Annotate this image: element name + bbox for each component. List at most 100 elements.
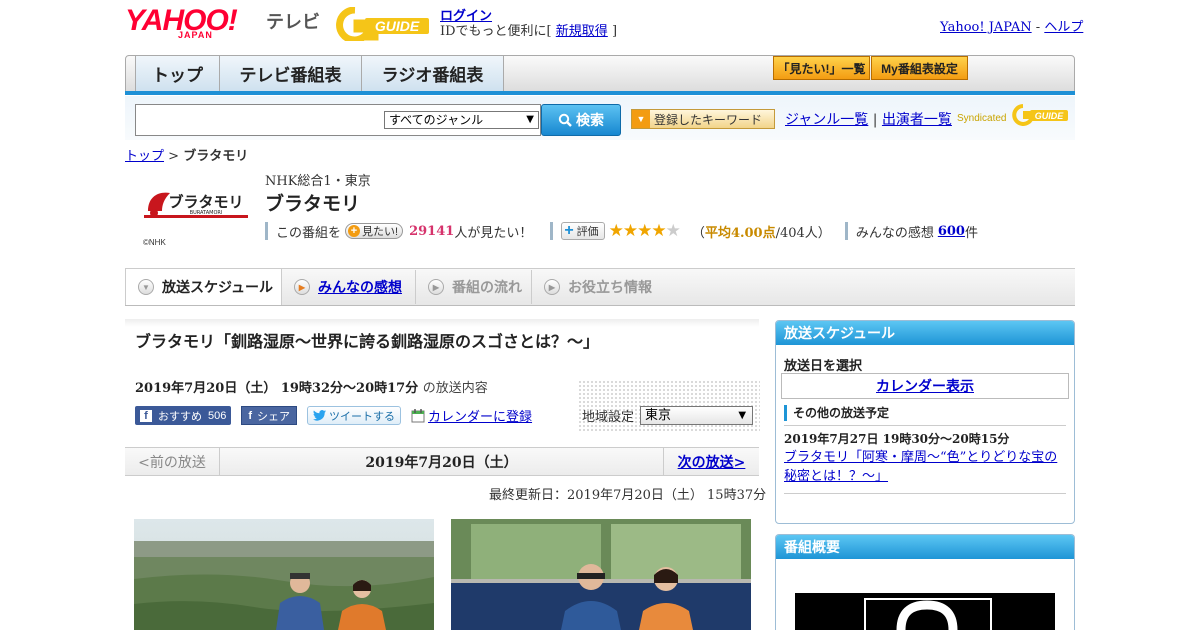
calendar-display-button[interactable]: カレンダー表示 [781,373,1069,399]
signup-link[interactable]: 新規取得 [556,24,608,39]
star-icon: ★ [651,221,666,241]
tweet-button-label: ツイートする [329,410,396,423]
episode-photo-train [451,519,751,630]
breadcrumb-current: ブラタモリ [183,149,249,164]
gguide-logo[interactable]: GUIDE [335,6,431,44]
region-label: 地域設定 [582,410,635,425]
tab-everyone-comments-label: みんなの感想 [318,279,402,295]
id-promo-suffix: ] [611,24,618,39]
chevron-down-icon: ▼ [738,410,747,421]
kansou-count-link[interactable]: 600 [938,224,965,239]
gguide-logo-text: GUIDE [375,18,420,34]
twitter-bird-icon [313,410,327,421]
sidebar-schedule-title: 放送スケジュール [776,321,1074,345]
plus-icon: + [348,225,361,237]
calendar-icon [411,408,425,422]
genre-links: ジャンル一覧 | 出演者一覧 [785,109,952,129]
select-date-label: 放送日を選択 [784,359,863,374]
navbar-accent-line [125,91,1075,95]
avg-open: （ [691,225,705,241]
mitai-suffix: 人が見たい！ [454,225,533,241]
genre-list-link[interactable]: ジャンル一覧 [785,112,868,128]
episode-date: 2019年7月20日（土） 19時32分～20時17分 の放送内容 [135,377,488,396]
content-top-shadow [125,319,759,327]
mitai-button-label: 見たい! [362,226,399,238]
divider [784,425,1066,426]
tab-useful-info-label: お役立ち情報 [568,279,652,295]
tv-logo-text[interactable]: テレビ [266,8,320,34]
star-empty-icon: ★ [665,221,681,241]
facebook-recommend-label: おすすめ [158,410,202,423]
next-schedule-date: 2019年7月27日 19時30分～20時15分 [784,432,1010,446]
mitai-count: 29141 [409,223,455,239]
genre-select[interactable]: すべてのジャンル ▼ [384,111,539,129]
episode-photo-wetland [134,519,434,630]
star-rating: ★★★★★ [608,221,681,241]
my-schedule-button[interactable]: My番組表設定 [871,56,968,80]
id-promo-prefix: IDでもっと便利に[ [440,24,552,39]
plus-icon: + [564,222,574,239]
breadcrumb-sep: > [168,149,180,164]
region-setting: 地域設定 東京 ▼ [582,406,754,425]
play-icon: ▶ [544,279,560,295]
yahoo-japan-logo-sub: JAPAN [178,30,213,40]
breadcrumb-top-link[interactable]: トップ [125,149,164,164]
top-links: Yahoo! JAPAN - ヘルプ [940,16,1083,35]
tab-program-flow-label: 番組の流れ [452,279,522,295]
help-link[interactable]: ヘルプ [1044,20,1083,35]
breadcrumb: トップ > ブラタモリ [125,145,248,164]
share-row: f おすすめ 506 f シェア ツイートする カレンダーに登録 [135,406,532,425]
id-promo: IDでもっと便利に[ 新規取得 ] [440,20,617,39]
program-stats: この番組を + 見たい! 29141 人が見たい！ + 評価 ★★★★★ （ 平… [265,221,978,241]
last-updated: 最終更新日：2019年7月20日（土） 15時37分 [489,488,767,503]
tab-radio-schedule[interactable]: ラジオ番組表 [362,56,504,91]
calendar-add-label: カレンダーに登録 [428,410,533,425]
facebook-icon: f [140,409,152,422]
mitai-list-button[interactable]: 「見たい!」一覧 [773,56,870,80]
copyright: ©NHK [143,238,166,247]
facebook-share-button[interactable]: f シェア [241,406,298,425]
search-icon [558,113,572,127]
performer-list-link[interactable]: 出演者一覧 [882,112,952,128]
tab-broadcast-schedule[interactable]: ▼ 放送スケジュール [125,268,282,305]
search-button[interactable]: 検索 [541,104,621,136]
rate-button-label: 評価 [576,226,599,238]
program-overview-image [795,593,1055,630]
program-logo: ブラタモリ BURATAMORI [140,185,250,231]
top-links-sep: - [1035,20,1041,35]
keyword-button[interactable]: ▼ 登録したキーワード [631,109,775,129]
facebook-recommend-button[interactable]: f おすすめ 506 [135,406,232,425]
next-schedule-link[interactable]: ブラタモリ「阿寒・摩周～“色”とりどりな宝の秘密とは！？～」 [784,448,1064,486]
other-schedule-heading: その他の放送予定 [784,405,889,421]
kansou-label: みんなの感想 [855,225,934,241]
star-icon: ★ [637,221,652,241]
tab-top[interactable]: トップ [135,56,220,91]
genre-links-sep: | [872,112,878,128]
yahoo-japan-link[interactable]: Yahoo! JAPAN [940,20,1032,35]
stats-separator [550,222,554,240]
search-button-label: 検索 [576,112,604,128]
next-broadcast-link[interactable]: 次の放送> [663,448,759,475]
keyword-button-label: 登録したキーワード [654,112,763,127]
tab-program-flow[interactable]: ▶ 番組の流れ [416,270,532,304]
facebook-icon: f [248,409,253,422]
facebook-count: 506 [208,409,227,422]
mitai-button[interactable]: + 見たい! [345,223,404,239]
episode-date-suffix: の放送内容 [422,381,488,396]
tab-everyone-comments[interactable]: ▶ みんなの感想 [282,270,416,304]
prev-broadcast-link[interactable]: <前の放送 [125,448,220,475]
tweet-button[interactable]: ツイートする [307,406,402,425]
syndicated-label: Syndicated [957,113,1007,124]
play-icon: ▶ [294,279,310,295]
star-icon: ★ [608,221,624,241]
tab-tv-schedule[interactable]: テレビ番組表 [220,56,362,91]
tab-useful-info[interactable]: ▶ お役立ち情報 [532,270,662,304]
current-broadcast-date: 2019年7月20日（土） [365,454,518,471]
calendar-add-link[interactable]: カレンダーに登録 [411,406,532,425]
triangle-down-icon: ▼ [632,110,650,128]
program-logo-text: ブラタモリ [168,193,243,211]
kono-bangumi-label: この番組を [276,225,342,241]
stats-separator [265,222,268,240]
region-select[interactable]: 東京 ▼ [640,406,754,425]
rate-button[interactable]: + 評価 [561,222,605,240]
